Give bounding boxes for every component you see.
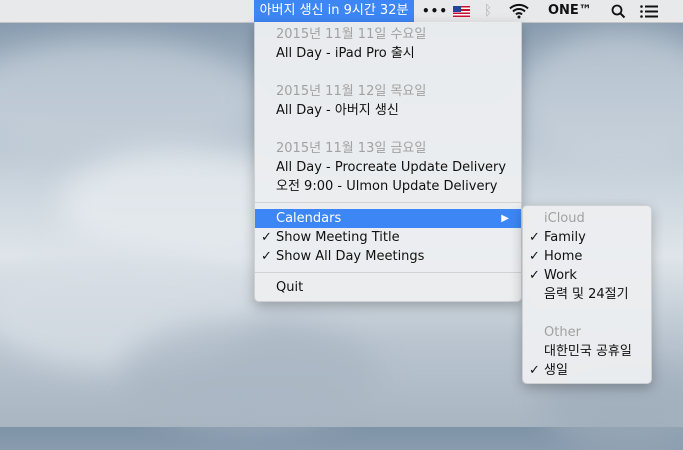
event-item[interactable]: All Day - Procreate Update Delivery [255, 158, 521, 177]
calendar-item-label: 음력 및 24절기 [544, 287, 629, 302]
calendars-submenu: iCloud ✓ Family ✓ Home ✓ Work 음력 및 24절기 … [522, 205, 652, 384]
calendar-item-home[interactable]: ✓ Home [523, 247, 651, 266]
calendar-item-label: Home [544, 249, 583, 264]
show-all-day-meetings-label: Show All Day Meetings [276, 249, 425, 264]
calendars-menu-item[interactable]: Calendars ▶ [255, 209, 521, 228]
submenu-arrow-icon: ▶ [501, 213, 509, 224]
calendar-dropdown-menu: 2015년 11월 11일 수요일 All Day - iPad Pro 출시 … [254, 22, 522, 302]
show-meeting-title-item[interactable]: ✓ Show Meeting Title [255, 228, 521, 247]
spotlight-search-icon[interactable] [611, 4, 626, 19]
calendar-item-lunar[interactable]: 음력 및 24절기 [523, 285, 651, 304]
menu-bar: 아버지 생신 in 9시간 32분 ••• ᛒ ONE™ [0, 0, 683, 23]
show-meeting-title-label: Show Meeting Title [276, 230, 400, 245]
checkmark-icon: ✓ [529, 268, 540, 283]
checkmark-icon: ✓ [261, 249, 272, 264]
calendar-item-label: 대한민국 공휴일 [544, 344, 632, 359]
checkmark-icon: ✓ [529, 363, 540, 378]
icloud-section-header: iCloud [544, 211, 585, 226]
wifi-icon[interactable] [509, 3, 529, 19]
calendar-item-work[interactable]: ✓ Work [523, 266, 651, 285]
event-date-header: 2015년 11월 12일 목요일 [276, 84, 427, 99]
menubar-one-item[interactable]: ONE™ [548, 0, 592, 22]
show-all-day-meetings-item[interactable]: ✓ Show All Day Meetings [255, 247, 521, 266]
calendar-item-label: Family [544, 230, 586, 245]
calendars-label: Calendars [276, 211, 342, 226]
event-item[interactable]: All Day - iPad Pro 출시 [255, 44, 521, 63]
calendar-item-label: 생일 [544, 363, 568, 378]
more-icon[interactable]: ••• [422, 0, 447, 22]
checkmark-icon: ✓ [529, 249, 540, 264]
other-section-header: Other [544, 325, 581, 340]
calendar-item-family[interactable]: ✓ Family [523, 228, 651, 247]
checkmark-icon: ✓ [529, 230, 540, 245]
notification-center-icon[interactable] [640, 5, 658, 18]
calendar-item-korean-holidays[interactable]: 대한민국 공휴일 [523, 342, 651, 361]
event-date-header: 2015년 11월 13일 금요일 [276, 141, 427, 156]
calendar-item-label: Work [544, 268, 577, 283]
quit-menu-item[interactable]: Quit [255, 278, 521, 297]
event-item[interactable]: 오전 9:00 - Ulmon Update Delivery [255, 177, 521, 196]
menubar-app-item[interactable]: 아버지 생신 in 9시간 32분 [254, 0, 414, 22]
menu-separator [255, 202, 521, 203]
flag-us-icon[interactable] [453, 6, 470, 17]
calendar-item-birthdays[interactable]: ✓ 생일 [523, 361, 651, 380]
checkmark-icon: ✓ [261, 230, 272, 245]
event-item[interactable]: All Day - 아버지 생신 [255, 101, 521, 120]
event-date-header: 2015년 11월 11일 수요일 [276, 27, 427, 42]
bluetooth-icon[interactable]: ᛒ [483, 0, 493, 22]
menu-separator [255, 272, 521, 273]
